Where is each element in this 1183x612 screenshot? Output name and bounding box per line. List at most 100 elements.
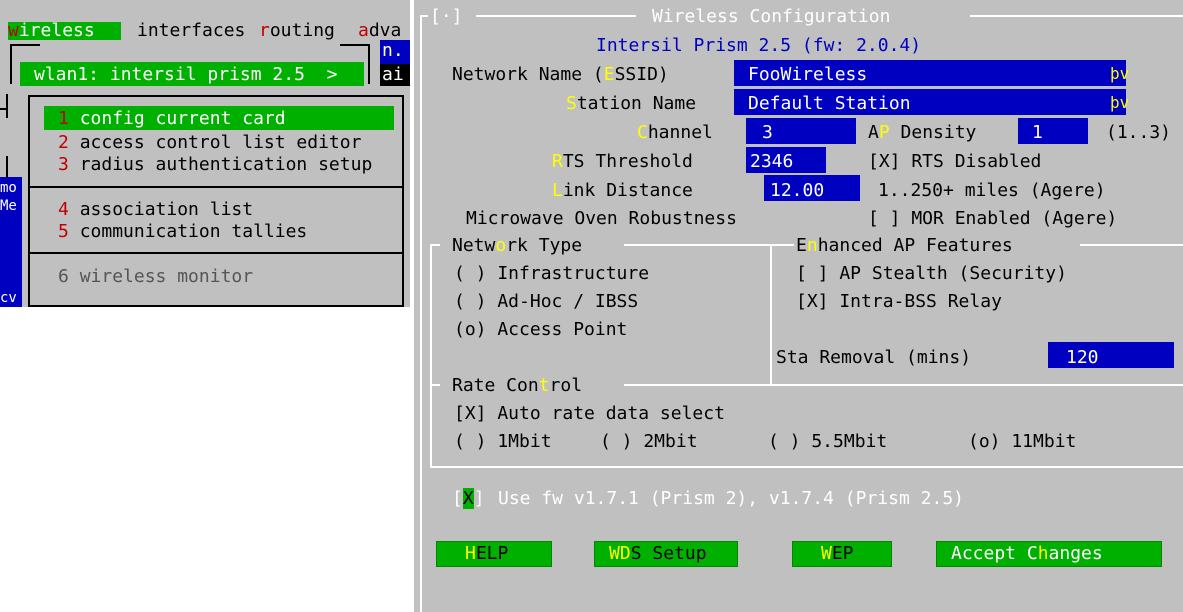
hotkey: C [637, 122, 648, 143]
hotkey: o [495, 235, 507, 256]
wds-setup-button[interactable]: WDS Setup [594, 541, 738, 567]
wep-button[interactable]: WEP [792, 541, 892, 567]
bg-fragment-text: mo [0, 180, 17, 196]
help-button[interactable]: HELP [436, 541, 552, 567]
menu-item-radius-setup[interactable]: 3 radius authentication setup [58, 154, 372, 175]
menu-advanced[interactable]: adva [358, 20, 401, 41]
frame-line [340, 44, 368, 46]
ap-density-field[interactable] [1018, 118, 1088, 144]
frame-line [770, 244, 794, 246]
label-text: E [796, 235, 807, 256]
label-text: ELP [475, 543, 509, 564]
close-box[interactable]: [·] [430, 6, 463, 27]
frame-line [624, 244, 792, 246]
button-label: Accept Changes [951, 543, 1103, 564]
menu-item-label: access control list editor [79, 132, 362, 153]
essid-label: Network Name (ESSID) [452, 64, 669, 85]
label-text: Rate Con [452, 375, 539, 396]
label-text: rk Type [506, 235, 583, 256]
link-distance-note: 1..250+ miles (Agere) [878, 180, 1106, 201]
menu-item-config-card[interactable]: 1 config current card [58, 108, 286, 129]
menu-item-association-list[interactable]: 4 association list [58, 199, 253, 220]
card-info: Intersil Prism 2.5 (fw: 2.0.4) [596, 35, 922, 56]
bg-window-tick [6, 156, 8, 178]
menu-item-label: association list [79, 199, 254, 220]
label-text: Accept C [951, 543, 1038, 564]
label-text: hannel [647, 122, 713, 143]
label-text: TS Threshold [562, 151, 693, 172]
menu-advanced-hotkey: a [358, 20, 369, 41]
fw-checkbox[interactable]: [X] [452, 488, 485, 509]
menu-interfaces-label: interfaces [137, 20, 246, 41]
auto-rate-checkbox[interactable]: [X] Auto rate data select [454, 403, 725, 424]
menu-item-number: 3 [58, 154, 69, 175]
main-menu-panel: wireless interfaces routing adva wlan1: … [0, 0, 410, 307]
radio-adhoc[interactable]: ( ) Ad-Hoc / IBSS [454, 291, 638, 312]
rate-2mbit-radio[interactable]: ( ) 2Mbit [600, 431, 698, 452]
radio-access-point[interactable]: (o) Access Point [454, 319, 627, 340]
rts-value: 2346 [750, 151, 794, 172]
ap-density-label: AP Density [868, 122, 976, 143]
menu-item-label: radius authentication setup [79, 154, 373, 175]
menu-interfaces[interactable]: interfaces [137, 20, 245, 41]
network-type-title: Network Type [452, 235, 582, 256]
frame-line [430, 244, 432, 468]
menu-wireless[interactable]: wireless [8, 20, 95, 41]
label-text: hanced AP Features [817, 235, 1013, 256]
menu-item-label: wireless monitor [79, 266, 254, 287]
button-label: WDS Setup [609, 543, 707, 564]
frame-line [770, 244, 772, 384]
menu-item-acl-editor[interactable]: 2 access control list editor [58, 132, 361, 153]
menu-wireless-label: ireless [18, 20, 95, 41]
label-text: anges [1048, 543, 1103, 564]
essid-value: FooWireless [748, 64, 868, 85]
menu-divider [30, 252, 402, 254]
link-distance-label: Link Distance [552, 180, 693, 201]
window-title: Wireless Configuration [652, 6, 891, 27]
bg-fragment-text: n. [382, 40, 404, 61]
link-distance-value: 12.00 [770, 180, 825, 201]
frame-line [420, 15, 428, 17]
ap-stealth-checkbox[interactable]: [ ] AP Stealth (Security) [796, 263, 1067, 284]
menu-item-wireless-monitor[interactable]: 6 wireless monitor [58, 266, 253, 287]
hotkey: n [806, 235, 818, 256]
station-dropdown-marker[interactable]: þv [1110, 93, 1129, 112]
rate-1mbit-radio[interactable]: ( ) 1Mbit [454, 431, 552, 452]
label-text: ink Distance [562, 180, 693, 201]
menu-item-label: config current card [79, 108, 286, 129]
button-label: WEP [821, 543, 854, 564]
hotkey: D [619, 543, 631, 564]
card-selector-button[interactable]: wlan1: intersil prism 2.5 > [34, 64, 337, 85]
bg-window-blue-left [0, 177, 22, 307]
menu-item-label: communication tallies [79, 221, 308, 242]
label-text: S Setup [630, 543, 707, 564]
close-icon[interactable]: [·] [430, 6, 463, 27]
bg-fragment-text: ai [382, 64, 404, 85]
menu-item-number: 2 [58, 132, 69, 153]
menu-item-number: 4 [58, 199, 69, 220]
bg-fragment-text: cv [0, 290, 17, 306]
accept-changes-button[interactable]: Accept Changes [936, 541, 1162, 567]
essid-dropdown-marker[interactable]: þv [1110, 64, 1129, 83]
frame-line [430, 384, 440, 386]
label-text: Network Name ( [452, 64, 604, 85]
rate-11mbit-radio[interactable]: (o) 11Mbit [968, 431, 1076, 452]
intra-bss-relay-checkbox[interactable]: [X] Intra-BSS Relay [796, 291, 1002, 312]
hotkey: P [878, 122, 890, 143]
menu-item-comm-tallies[interactable]: 5 communication tallies [58, 221, 307, 242]
menu-item-number: 1 [58, 108, 69, 129]
bg-window-tick [6, 94, 8, 118]
station-value: Default Station [748, 93, 911, 114]
rate-5-5mbit-radio[interactable]: ( ) 5.5Mbit [768, 431, 887, 452]
menu-divider [30, 186, 402, 188]
mor-label: Microwave Oven Robustness [466, 208, 737, 229]
rts-disabled-checkbox[interactable]: [X] RTS Disabled [868, 151, 1041, 172]
menu-routing[interactable]: routing [259, 20, 335, 41]
menu-routing-label: outing [269, 20, 335, 41]
label-text: Density [889, 122, 977, 143]
hotkey: L [552, 180, 563, 201]
button-label: HELP [465, 543, 508, 564]
radio-infrastructure[interactable]: ( ) Infrastructure [454, 263, 649, 284]
enhanced-ap-title: Enhanced AP Features [796, 235, 1013, 256]
mor-checkbox[interactable]: [ ] MOR Enabled (Agere) [868, 208, 1117, 229]
